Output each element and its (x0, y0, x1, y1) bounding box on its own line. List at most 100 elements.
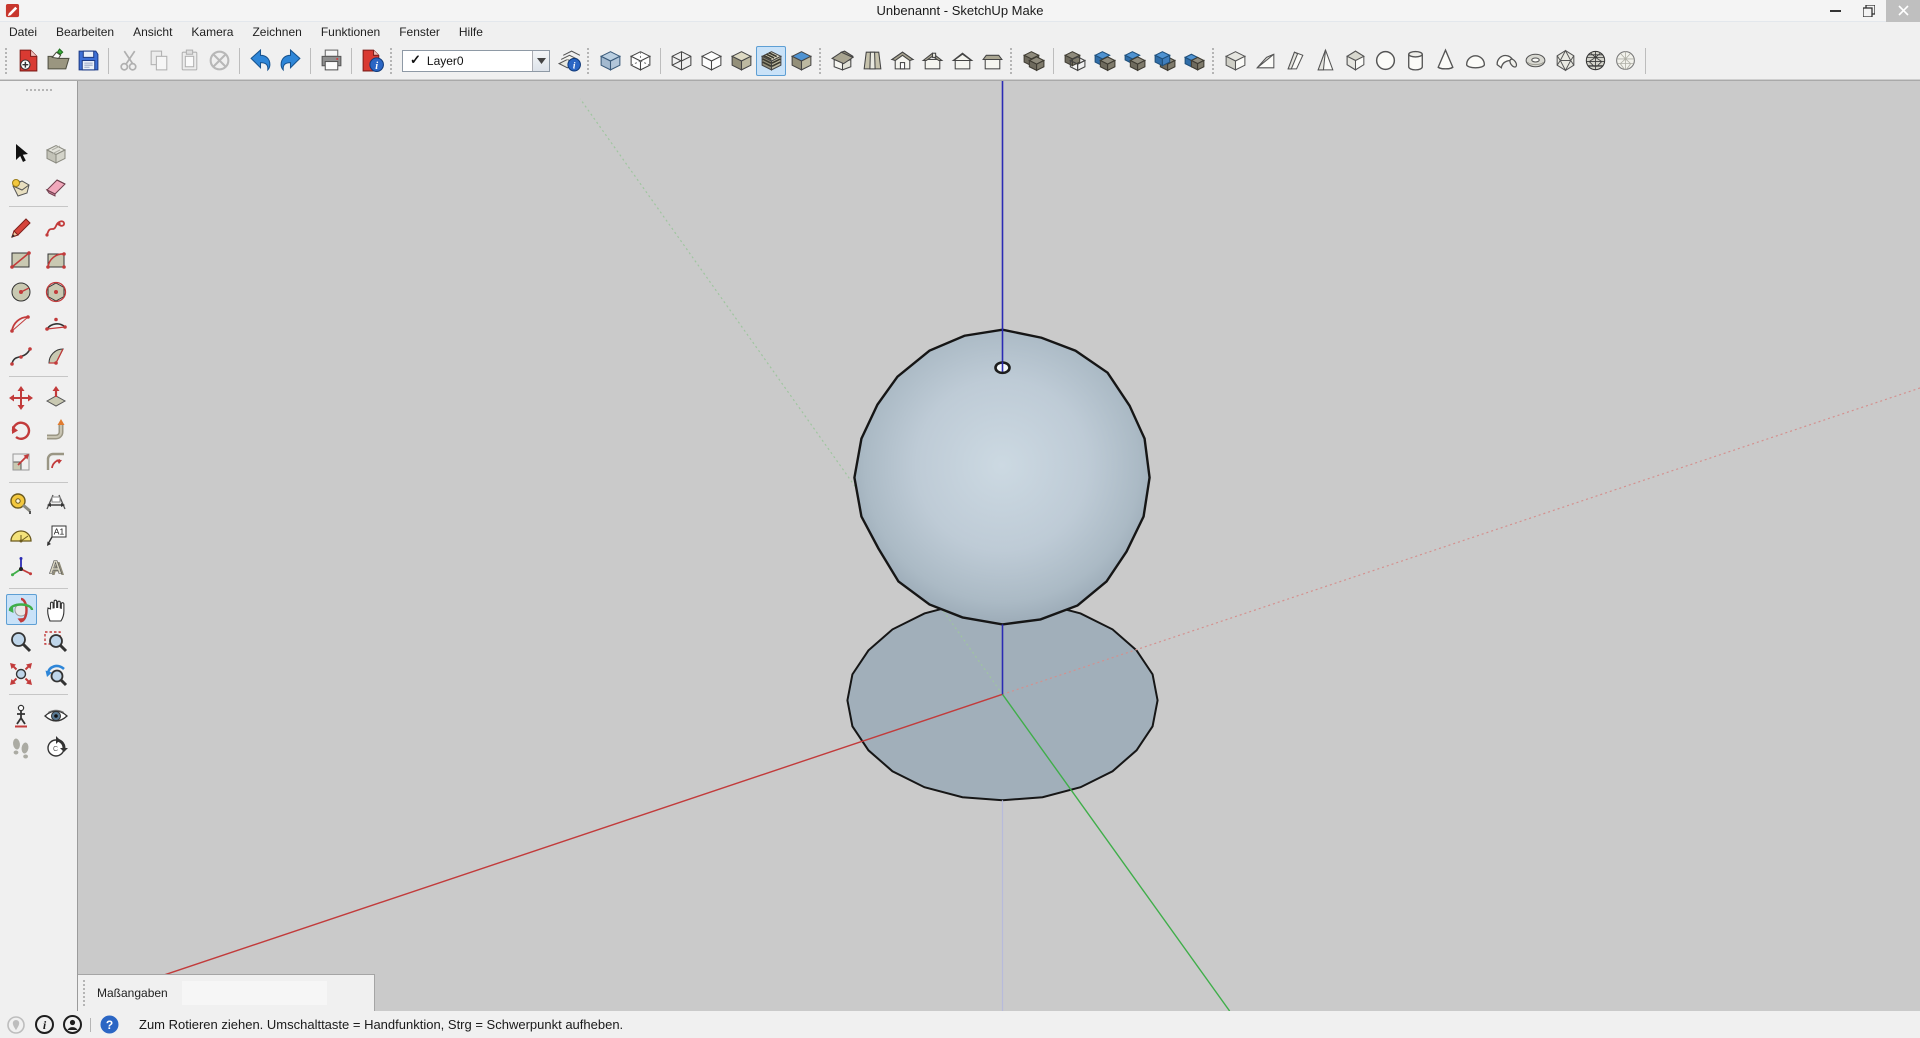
split-button[interactable] (1179, 46, 1209, 76)
sign-in-button[interactable] (62, 1015, 82, 1035)
menu-bearbeiten[interactable]: Bearbeiten (56, 25, 114, 39)
palette-grip[interactable] (26, 89, 52, 93)
toolbar-grip[interactable] (390, 48, 393, 74)
freehand-tool[interactable] (41, 212, 72, 243)
subtract-button[interactable] (1119, 46, 1149, 76)
menu-fenster[interactable]: Fenster (399, 25, 440, 39)
shape-torus-button[interactable] (1520, 46, 1550, 76)
view-front-button[interactable] (887, 46, 917, 76)
open-button[interactable] (43, 46, 73, 76)
shaded-with-textures-button[interactable] (756, 46, 786, 76)
shape-geodesic-sphere-button[interactable] (1580, 46, 1610, 76)
save-button[interactable] (73, 46, 103, 76)
viewport[interactable]: Maßangaben (78, 81, 1920, 1011)
restore-button[interactable] (1852, 0, 1886, 22)
follow-me-tool[interactable] (41, 414, 72, 445)
menu-hilfe[interactable]: Hilfe (459, 25, 483, 39)
shape-cone-button[interactable] (1430, 46, 1460, 76)
rotate-tool[interactable] (6, 414, 37, 445)
intersect-button[interactable] (1059, 46, 1089, 76)
toolbar-grip[interactable] (819, 48, 822, 74)
union-button[interactable] (1089, 46, 1119, 76)
arc-tool[interactable] (6, 308, 37, 339)
shape-cylinder-button[interactable] (1400, 46, 1430, 76)
look-around-tool[interactable] (41, 700, 72, 731)
zoom-previous-tool[interactable] (41, 658, 72, 689)
offset-tool[interactable] (41, 446, 72, 477)
toolbar-grip[interactable] (5, 48, 8, 74)
shape-wedge-button[interactable] (1250, 46, 1280, 76)
cut-button[interactable] (114, 46, 144, 76)
eraser-tool[interactable] (41, 170, 72, 201)
move-tool[interactable] (6, 382, 37, 413)
help-button[interactable]: ? (99, 1015, 119, 1035)
shape-sphere-button[interactable] (1370, 46, 1400, 76)
layer-combobox-arrow[interactable] (532, 51, 549, 71)
tape-measure-tool[interactable] (6, 488, 37, 519)
zoom-window-tool[interactable] (41, 626, 72, 657)
polygon-tool[interactable] (41, 276, 72, 307)
menu-kamera[interactable]: Kamera (191, 25, 233, 39)
shape-geodesic-dome-button[interactable] (1610, 46, 1640, 76)
print-button[interactable] (316, 46, 346, 76)
undo-button[interactable] (245, 46, 275, 76)
pan-tool[interactable] (41, 594, 72, 625)
hidden-line-button[interactable] (696, 46, 726, 76)
select-tool[interactable] (6, 138, 37, 169)
view-top-button[interactable] (857, 46, 887, 76)
orbit-tool[interactable] (6, 594, 37, 625)
scale-tool[interactable] (6, 446, 37, 477)
rectangle-tool[interactable] (6, 244, 37, 275)
circle-tool[interactable] (6, 276, 37, 307)
minimize-button[interactable] (1818, 0, 1852, 22)
new-button[interactable] (13, 46, 43, 76)
measurements-input[interactable] (182, 981, 327, 1005)
shape-dome-button[interactable] (1460, 46, 1490, 76)
make-component-tool[interactable] (41, 138, 72, 169)
erase-selection-button[interactable] (204, 46, 234, 76)
copy-button[interactable] (144, 46, 174, 76)
outer-shell-button[interactable] (1018, 46, 1048, 76)
toolbar-grip[interactable] (587, 48, 590, 74)
redo-button[interactable] (275, 46, 305, 76)
close-button[interactable] (1886, 0, 1920, 22)
two-point-arc-tool[interactable] (41, 308, 72, 339)
zoom-extents-tool[interactable] (6, 658, 37, 689)
section-plane-tool[interactable]: C (41, 732, 72, 763)
protractor-tool[interactable] (6, 520, 37, 551)
toolbar-grip[interactable] (1010, 48, 1013, 74)
view-right-button[interactable] (917, 46, 947, 76)
trim-button[interactable] (1149, 46, 1179, 76)
zoom-tool[interactable] (6, 626, 37, 657)
dimension-tool[interactable] (41, 488, 72, 519)
line-tool[interactable] (6, 212, 37, 243)
position-camera-tool[interactable] (6, 700, 37, 731)
rotated-rectangle-tool[interactable] (41, 244, 72, 275)
back-edges-button[interactable] (625, 46, 655, 76)
monochrome-button[interactable] (786, 46, 816, 76)
shape-prism-button[interactable] (1280, 46, 1310, 76)
shape-box-button[interactable] (1220, 46, 1250, 76)
walk-tool[interactable] (6, 732, 37, 763)
shape-icosahedron-button[interactable] (1550, 46, 1580, 76)
push-pull-tool[interactable] (41, 382, 72, 413)
xray-button[interactable] (595, 46, 625, 76)
layer-manager-button[interactable]: i (554, 46, 584, 76)
shape-hexagonal-prism-button[interactable] (1340, 46, 1370, 76)
pie-tool[interactable] (41, 340, 72, 371)
view-back-button[interactable] (947, 46, 977, 76)
shaded-button[interactable] (726, 46, 756, 76)
menu-ansicht[interactable]: Ansicht (133, 25, 172, 39)
menu-funktionen[interactable]: Funktionen (321, 25, 380, 39)
3d-text-tool[interactable]: AA (41, 552, 72, 583)
measurements-grip[interactable] (83, 980, 87, 1006)
three-point-arc-tool[interactable] (6, 340, 37, 371)
shape-half-cylinder-button[interactable] (1490, 46, 1520, 76)
paint-bucket-tool[interactable] (6, 170, 37, 201)
shape-pyramid-button[interactable] (1310, 46, 1340, 76)
paste-button[interactable] (174, 46, 204, 76)
axes-tool[interactable] (6, 552, 37, 583)
toolbar-grip[interactable] (1212, 48, 1215, 74)
view-iso-button[interactable] (827, 46, 857, 76)
menu-datei[interactable]: Datei (9, 25, 37, 39)
